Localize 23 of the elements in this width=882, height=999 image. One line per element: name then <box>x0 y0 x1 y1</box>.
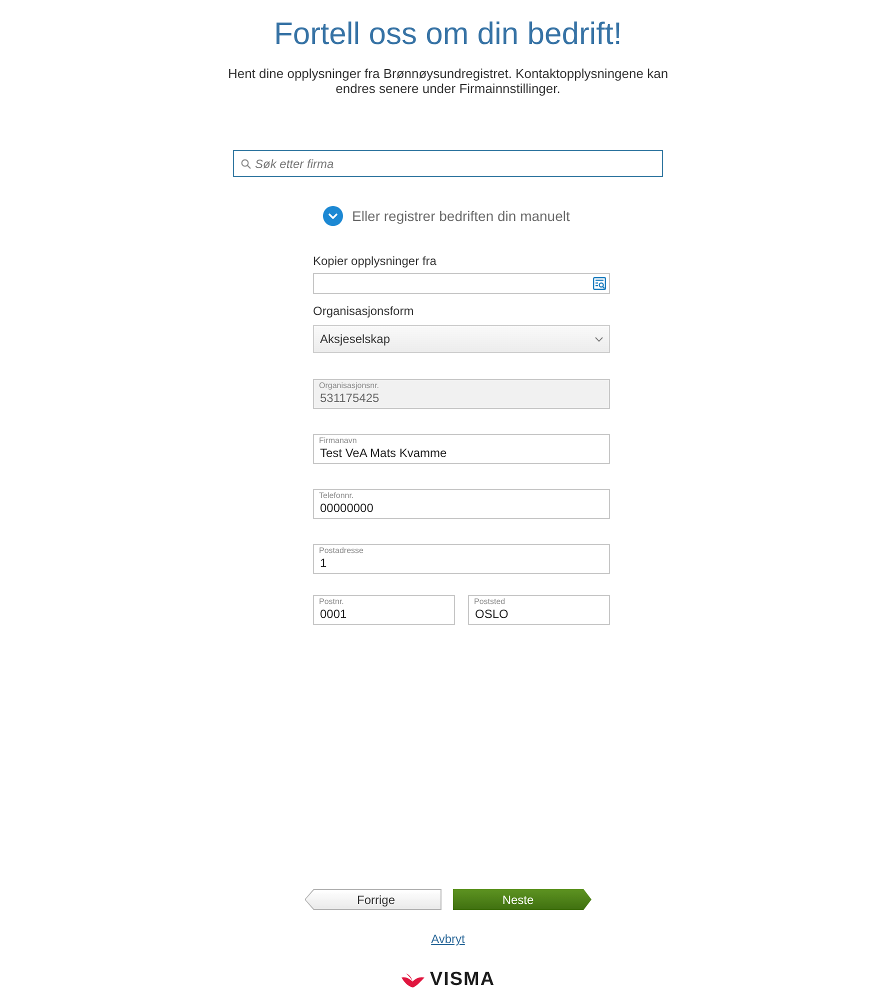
text-field[interactable]: Firmanavn Test VeA Mats Kvamme <box>313 434 610 464</box>
field-label: Kopier opplysninger fra <box>313 253 438 269</box>
text-field: Organisasjonsnr. 531175425 <box>313 379 610 409</box>
search-field[interactable]: Søk etter firma <box>233 150 663 177</box>
lookup-field[interactable] <box>313 273 610 294</box>
text-field[interactable]: Telefonnr. 00000000 <box>313 489 610 519</box>
manual-toggle-link[interactable]: Eller registrer bedriften din manuelt <box>352 206 570 226</box>
dropdown-field[interactable]: Aksjeselskap <box>313 325 610 353</box>
cancel-link[interactable]: Avbryt <box>431 931 465 947</box>
logo-wordmark: VISMA <box>430 970 496 990</box>
logo-icon <box>400 972 425 988</box>
search-icon <box>241 158 251 168</box>
back-button[interactable]: Forrige <box>304 889 442 910</box>
caret-icon <box>595 336 603 342</box>
intro-text: Hent dine opplysninger fra Brønnøysundregistret. Kontaktopplysningene kan endres senere under Firmainnstillinger. <box>226 66 670 96</box>
field-label: Organisasjonsform <box>313 303 415 319</box>
lookup-icon[interactable] <box>593 277 606 290</box>
text-field[interactable]: Poststed OSLO <box>468 595 610 625</box>
next-button[interactable]: Neste <box>452 889 592 910</box>
page-title: Fortell oss om din bedrift! <box>274 15 622 53</box>
chevron-circle-icon[interactable] <box>323 206 343 226</box>
text-field[interactable]: Postnr. 0001 <box>313 595 455 625</box>
text-field[interactable]: Postadresse 1 <box>313 544 610 574</box>
